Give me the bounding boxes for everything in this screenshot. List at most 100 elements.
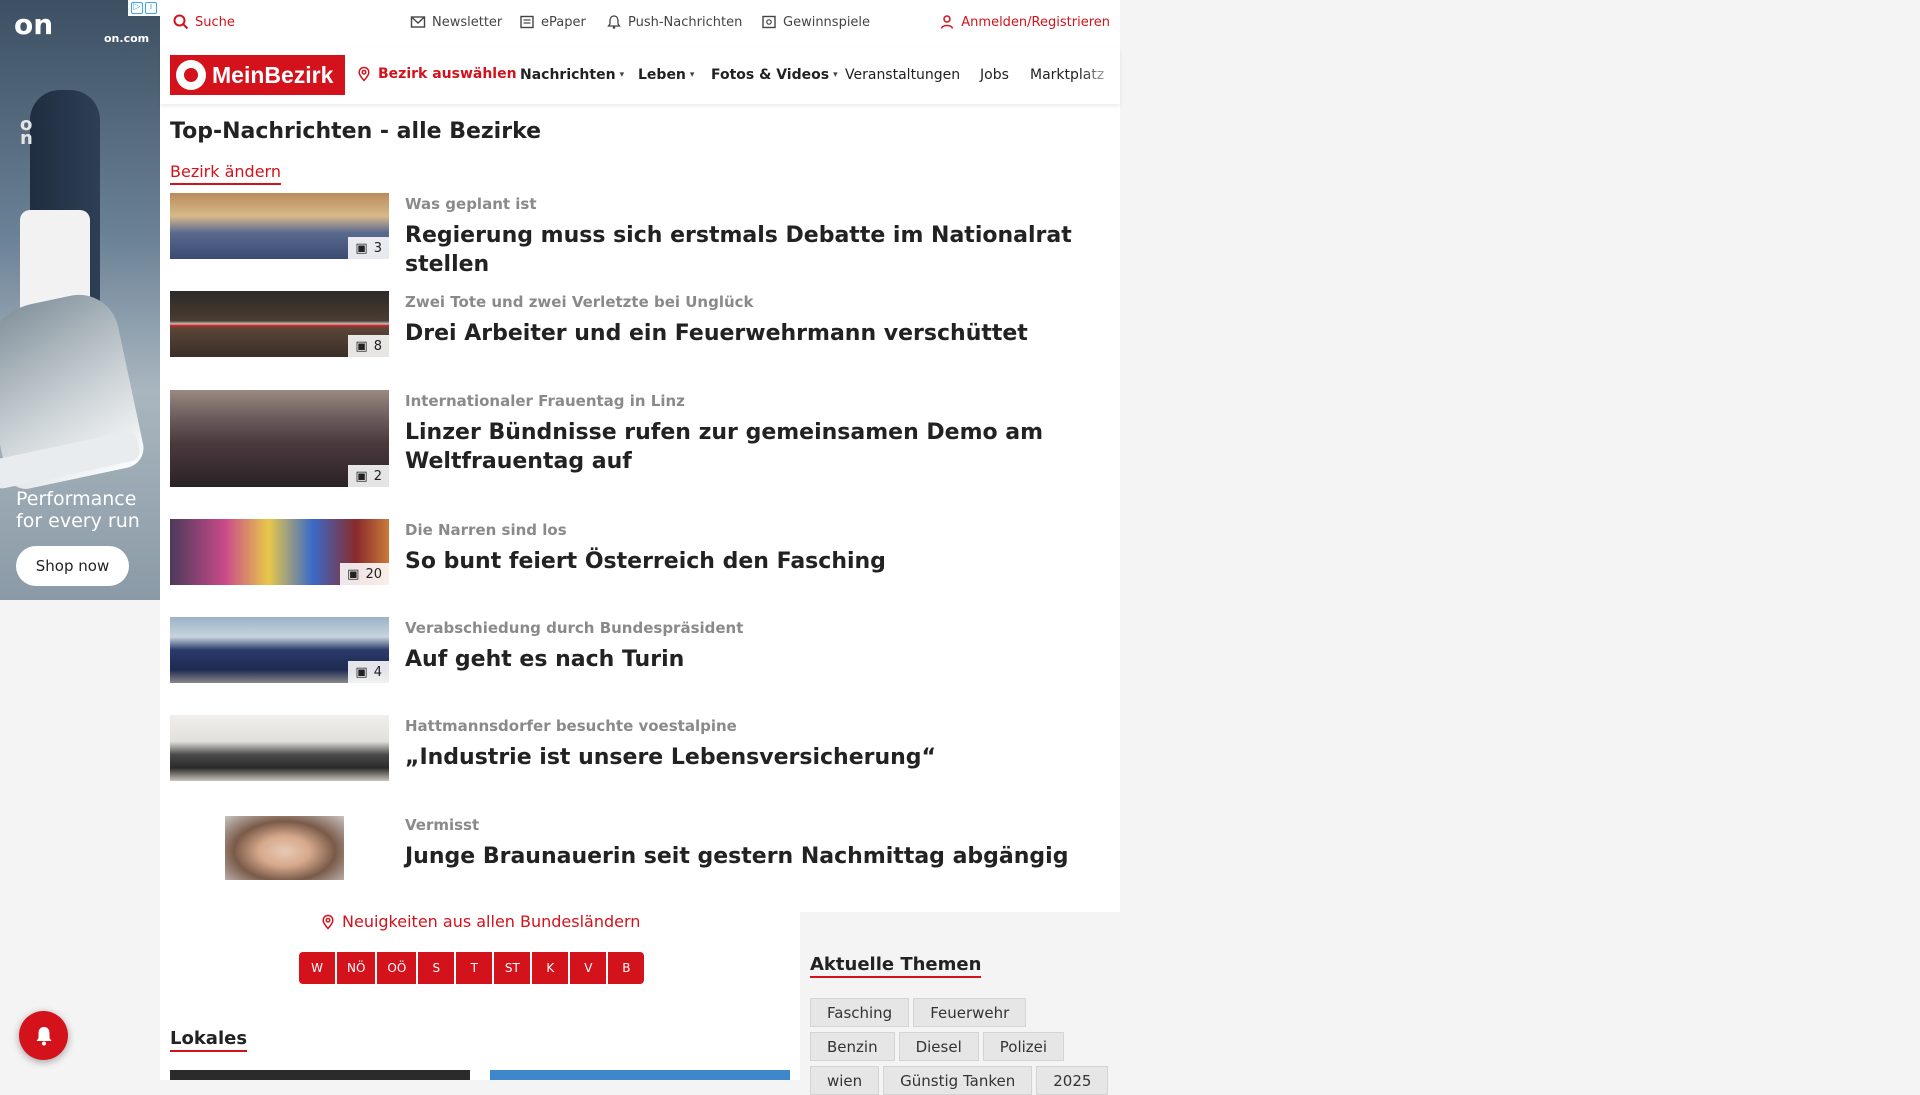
region-pill-v[interactable]: V [570, 952, 607, 984]
newsletter-link[interactable]: Newsletter [410, 14, 502, 30]
chevron-down-icon: ▾ [619, 70, 625, 80]
gewinnspiele-link[interactable]: Gewinnspiele [761, 14, 870, 30]
photo-icon: ▣ [347, 566, 360, 582]
nav-item-fotos-videos[interactable]: Fotos & Videos ▾ [711, 67, 838, 83]
region-pill-st[interactable]: ST [494, 952, 531, 984]
article-headline[interactable]: Linzer Bündnisse rufen zur gemeinsamen D… [405, 418, 1110, 476]
region-pill-s[interactable]: S [418, 952, 455, 984]
ad-shop-now-button[interactable]: Shop now [16, 546, 129, 586]
epaper-link[interactable]: ePaper [519, 14, 586, 30]
article-item[interactable]: Vermisst Junge Braunauerin seit gestern … [170, 814, 1110, 882]
login-link[interactable]: Anmelden/Registrieren [939, 14, 1110, 30]
photo-icon: ▣ [355, 468, 368, 484]
nav-item-label: Leben [638, 67, 686, 83]
region-pill-t[interactable]: T [456, 952, 493, 984]
chevron-down-icon: ▾ [689, 70, 695, 80]
article-headline[interactable]: Auf geht es nach Turin [405, 645, 1110, 674]
article-item[interactable]: ▣ 2 Internationaler Frauentag in Linz Lin… [170, 390, 1110, 487]
push-link[interactable]: Push-Nachrichten [606, 14, 742, 30]
push-notification-button[interactable] [19, 1011, 68, 1060]
region-pill-noe[interactable]: NÖ [337, 952, 376, 984]
page-title: Top-Nachrichten - alle Bezirke [170, 119, 542, 144]
topic-tag[interactable]: 2025 [1036, 1066, 1109, 1095]
photo-icon: ▣ [355, 338, 368, 354]
photo-count: 3 [373, 240, 382, 256]
article-thumbnail[interactable]: ▣ 20 [170, 519, 389, 585]
nav-item-jobs[interactable]: Jobs [980, 67, 1009, 83]
change-bezirk-link[interactable]: Bezirk ändern [170, 162, 281, 185]
user-icon [941, 15, 954, 29]
ad-tagline: Performance for every run [16, 488, 140, 532]
article-headline[interactable]: „Industrie ist unsere Lebensversicherung… [405, 743, 1110, 772]
photo-count: 4 [373, 664, 382, 680]
bezirk-select-button[interactable]: Bezirk auswählen [356, 66, 517, 82]
main-nav: MeinBezirk Bezirk auswählen Nachrichten ▾… [160, 48, 1120, 104]
search-icon [173, 14, 189, 30]
location-pin-icon [358, 66, 370, 82]
nav-item-veranstaltungen[interactable]: Veranstaltungen [845, 67, 960, 83]
topic-tag[interactable]: Diesel [898, 1032, 979, 1061]
topic-tag[interactable]: Fasching [810, 998, 910, 1027]
bezirk-select-label: Bezirk auswählen [378, 66, 517, 82]
gewinnspiele-label: Gewinnspiele [783, 14, 871, 30]
topics-heading: Aktuelle Themen [810, 954, 982, 978]
epaper-label: ePaper [541, 14, 586, 30]
ad-logo-small: on [20, 114, 33, 149]
article-thumbnail[interactable] [170, 715, 389, 781]
ad-logo: on [14, 8, 54, 41]
region-pill-b[interactable]: B [608, 952, 645, 984]
article-headline[interactable]: So bunt feiert Österreich den Fasching [405, 547, 1110, 576]
topic-tag[interactable]: wien [810, 1066, 880, 1095]
gift-icon [762, 15, 776, 29]
article-thumbnail[interactable]: ▣ 4 [170, 617, 389, 683]
photo-count: 2 [373, 468, 382, 484]
article-kicker: Die Narren sind los [405, 521, 567, 539]
region-pill-w[interactable]: W [299, 952, 335, 984]
regions-title-label: Neuigkeiten aus allen Bundesländern [342, 912, 641, 931]
brand-logo[interactable]: MeinBezirk [170, 55, 345, 95]
topic-tag[interactable]: Feuerwehr [913, 998, 1027, 1027]
lokales-thumbnail[interactable] [490, 1070, 790, 1080]
photo-count-badge: ▣ 4 [348, 661, 389, 683]
adchoices-icon[interactable]: ▷ i [128, 0, 160, 16]
regions-title[interactable]: Neuigkeiten aus allen Bundesländern [320, 912, 640, 931]
chevron-down-icon: ▾ [833, 70, 838, 80]
article-thumbnail[interactable]: ▣ 3 [170, 193, 389, 259]
nav-item-nachrichten[interactable]: Nachrichten ▾ [520, 67, 624, 83]
article-thumbnail[interactable] [170, 814, 389, 880]
article-item[interactable]: ▣ 3 Was geplant ist Regierung muss sich e… [170, 193, 1110, 277]
nav-item-leben[interactable]: Leben ▾ [638, 67, 694, 83]
newspaper-icon [520, 15, 534, 29]
topic-tag[interactable]: Benzin [810, 1032, 895, 1061]
article-thumbnail[interactable]: ▣ 8 [170, 291, 389, 357]
mail-icon [410, 16, 426, 28]
brand-sun-icon [176, 60, 206, 90]
article-headline[interactable]: Drei Arbeiter und ein Feuerwehrmann vers… [405, 319, 1110, 348]
article-item[interactable]: Hattmannsdorfer besuchte voestalpine „In… [170, 715, 1110, 783]
nav-item-label: Jobs [980, 67, 1009, 83]
article-headline[interactable]: Junge Braunauerin seit gestern Nachmitta… [405, 842, 1110, 871]
ad-banner[interactable]: on on on.com ▷ i Performance for every ru… [0, 0, 160, 600]
photo-icon: ▣ [355, 240, 368, 256]
article-headline[interactable]: Regierung muss sich erstmals Debatte im … [405, 221, 1110, 279]
region-pill-ooe[interactable]: OÖ [377, 952, 417, 984]
topic-tag[interactable]: Polizei [982, 1032, 1065, 1061]
search-link[interactable]: Suche [173, 14, 235, 30]
login-label: Anmelden/Registrieren [961, 14, 1110, 30]
photo-icon: ▣ [355, 664, 368, 680]
photo-count-badge: ▣ 8 [348, 335, 389, 357]
article-kicker: Verabschiedung durch Bundespräsident [405, 619, 744, 637]
topic-tag[interactable]: Günstig Tanken [883, 1066, 1033, 1095]
nav-fade-overlay [1080, 48, 1120, 104]
article-thumbnail[interactable]: ▣ 2 [170, 390, 389, 487]
article-item[interactable]: ▣ 4 Verabschiedung durch Bundespräsident … [170, 617, 1110, 685]
bell-icon [607, 15, 621, 29]
article-item[interactable]: ▣ 8 Zwei Tote und zwei Verletzte bei Ungl… [170, 291, 1110, 359]
ad-domain: on.com [104, 32, 150, 45]
nav-item-label: Veranstaltungen [845, 67, 961, 83]
lokales-heading: Lokales [170, 1028, 248, 1052]
article-item[interactable]: ▣ 20 Die Narren sind los So bunt feiert Ö… [170, 519, 1110, 587]
lokales-thumbnail[interactable] [170, 1070, 470, 1080]
photo-count: 20 [365, 566, 382, 582]
region-pill-k[interactable]: K [532, 952, 569, 984]
